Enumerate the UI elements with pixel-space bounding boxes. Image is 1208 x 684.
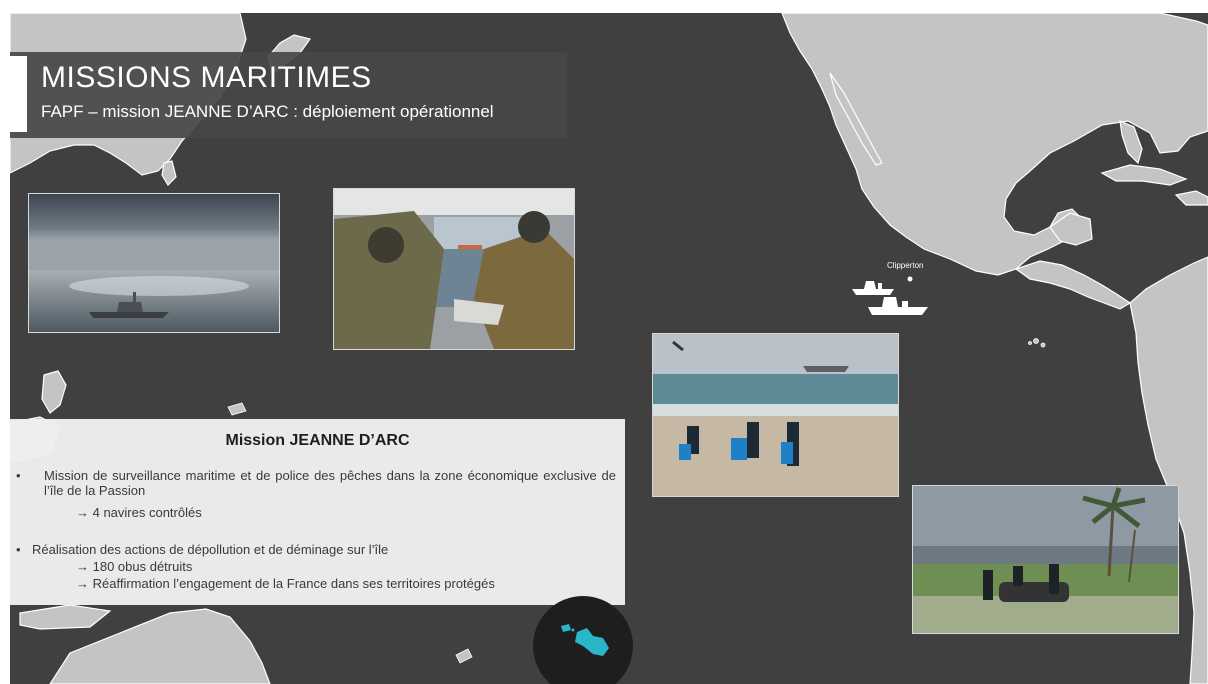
cuba xyxy=(1100,164,1188,186)
photo-island-palms xyxy=(912,485,1179,634)
ship-silhouette-1 xyxy=(852,281,894,295)
clipperton-marker xyxy=(907,276,913,282)
central-america xyxy=(1014,260,1132,310)
photo-helicopter-surveillance xyxy=(333,188,575,350)
bullet-depollution-sub-2: → Réaffirmation l’engagement de la Franc… xyxy=(76,576,495,591)
new-guinea xyxy=(19,604,112,630)
pacific-islet xyxy=(227,402,247,416)
bullet-marker-1: • xyxy=(16,468,21,483)
title-box: MISSIONS MARITIMES FAPF – mission JEANNE… xyxy=(10,52,567,138)
slide: MISSIONS MARITIMES FAPF – mission JEANNE… xyxy=(10,13,1208,684)
ship-silhouette-2 xyxy=(868,297,928,315)
hispaniola xyxy=(1174,190,1208,206)
info-title: Mission JEANNE D’ARC xyxy=(225,432,410,449)
title-accent-bar xyxy=(10,56,27,132)
pacific-islet-2 xyxy=(455,648,473,664)
north-america-landmass xyxy=(781,13,1208,276)
bullet-surveillance: Mission de surveillance maritime et de p… xyxy=(44,468,616,498)
bullet-surveillance-sub: → 4 navires contrôlés xyxy=(76,505,202,520)
page-title: MISSIONS MARITIMES xyxy=(41,61,372,94)
bullet-depollution: Réalisation des actions de dépollution e… xyxy=(32,542,389,557)
bullet-depollution-sub-1: → 180 obus détruits xyxy=(76,559,193,574)
mission-info-box: Mission JEANNE D’ARC • Mission de survei… xyxy=(10,419,625,605)
bullet-marker-2: • xyxy=(16,542,21,557)
taiwan xyxy=(161,160,177,186)
philippines xyxy=(41,370,67,414)
page-subtitle: FAPF – mission JEANNE D’ARC : déploiemen… xyxy=(41,102,494,121)
clipperton-label: Clipperton xyxy=(887,261,924,270)
photo-frigate-at-sea xyxy=(28,193,280,333)
photo-beach-cleanup xyxy=(652,333,899,497)
